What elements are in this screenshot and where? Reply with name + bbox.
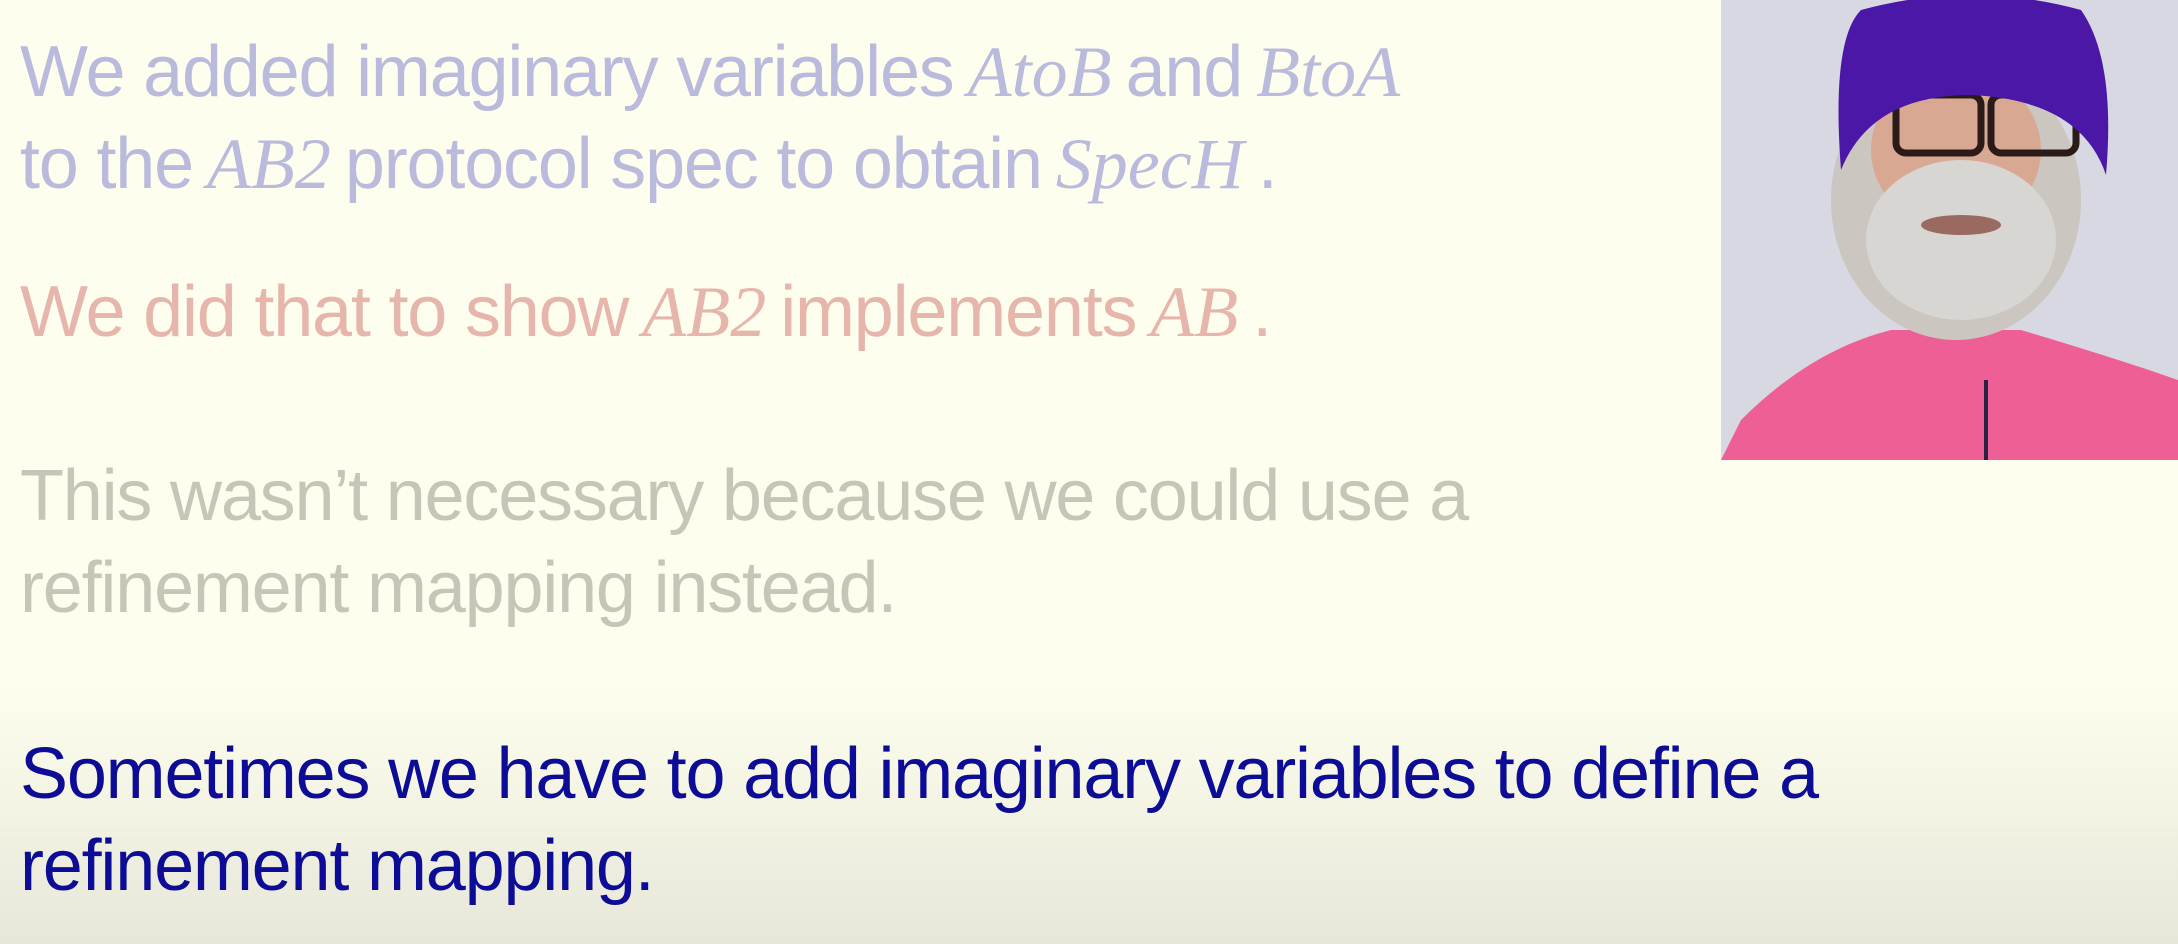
text: We did that to show [20, 272, 629, 352]
text: . [1252, 272, 1272, 352]
line: Sometimes we have to add imaginary varia… [20, 734, 1819, 814]
text: . [1257, 124, 1278, 204]
line: refinement mapping instead. [20, 548, 897, 628]
math-atob: AtoB [967, 32, 1112, 112]
presenter-image [1721, 0, 2178, 460]
line: This wasn’t necessary because we could u… [20, 456, 1469, 536]
paragraph-not-necessary: This wasn’t necessary because we could u… [20, 450, 1469, 634]
text: We added imaginary variables [20, 32, 955, 112]
text: protocol spec to obtain [344, 124, 1043, 204]
math-ab: AB [1150, 272, 1239, 352]
line: refinement mapping. [20, 826, 655, 906]
text: to the [20, 124, 194, 204]
paragraph-purpose: We did that to show AB2 implements AB. [20, 266, 1272, 358]
math-ab2: AB2 [642, 272, 767, 352]
line: We added imaginary variables AtoB and BtoA [20, 26, 1414, 118]
webcam-video [1721, 0, 2178, 460]
line: to the AB2 protocol spec to obtain SpecH. [20, 118, 1414, 210]
paragraph-imaginary-variables: We added imaginary variables AtoB and BtoA … [20, 26, 1414, 210]
paragraph-sometimes: Sometimes we have to add imaginary varia… [20, 728, 1819, 912]
math-btoa: BtoA [1256, 32, 1401, 112]
text: implements [780, 272, 1137, 352]
text: and [1125, 32, 1244, 112]
math-ab2: AB2 [206, 124, 331, 204]
math-spech: SpecH [1055, 124, 1244, 204]
